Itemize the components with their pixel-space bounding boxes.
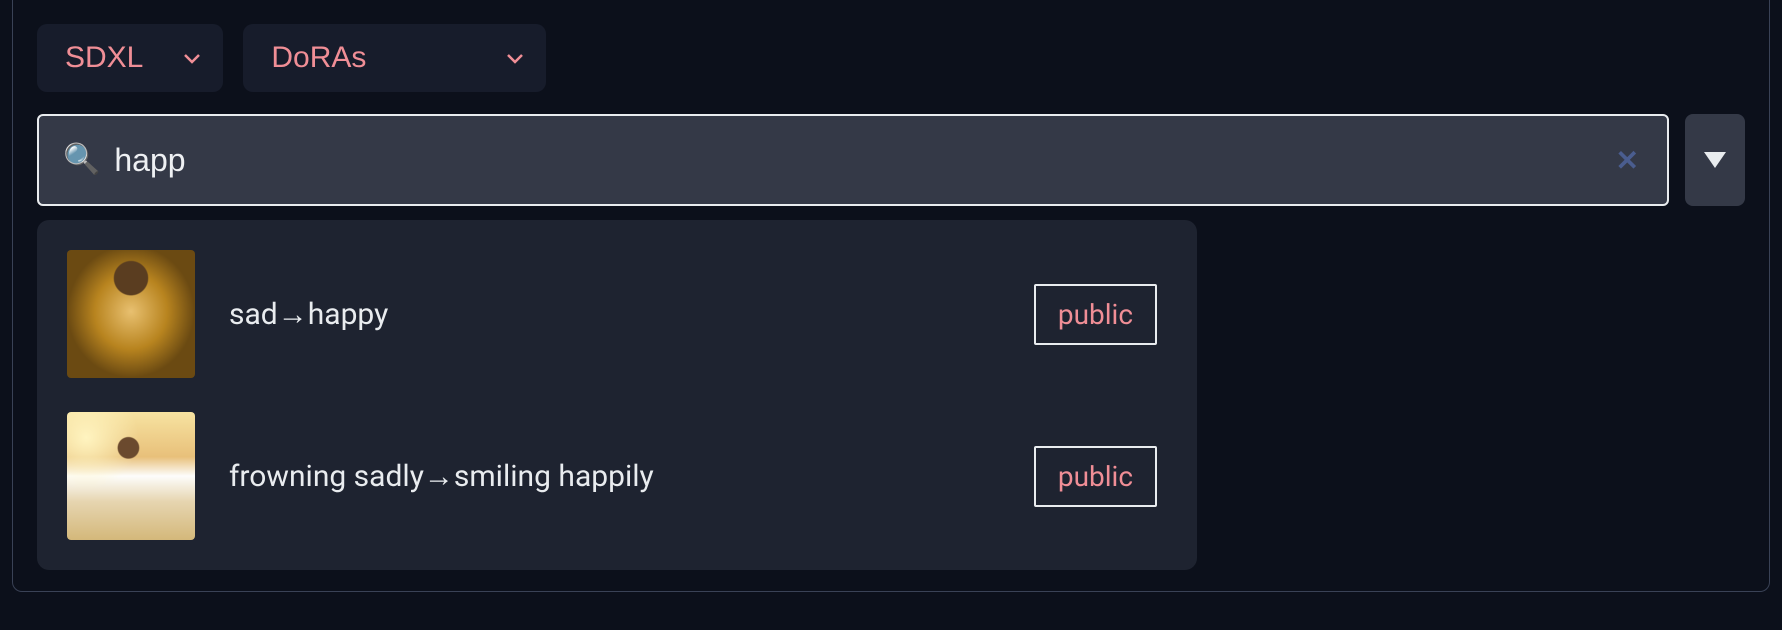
result-label: sad→happy	[229, 297, 1000, 332]
chevron-down-icon	[183, 49, 201, 67]
visibility-badge: public	[1034, 284, 1157, 345]
result-label: frowning sadly→smiling happily	[229, 459, 1000, 494]
clear-search-button[interactable]: ✕	[1608, 144, 1647, 177]
result-item[interactable]: frowning sadly→smiling happily public	[57, 402, 1177, 550]
expand-button[interactable]	[1685, 114, 1745, 206]
category-dropdown[interactable]: DoRAs	[243, 24, 546, 92]
model-dropdown[interactable]: SDXL	[37, 24, 223, 92]
filter-row: SDXL DoRAs	[37, 24, 1745, 92]
category-dropdown-label: DoRAs	[271, 41, 366, 75]
search-row: 🔍 ✕	[37, 114, 1745, 206]
model-dropdown-label: SDXL	[65, 41, 143, 75]
result-thumbnail	[67, 412, 195, 540]
triangle-down-icon	[1704, 152, 1726, 168]
visibility-badge: public	[1034, 446, 1157, 507]
search-box[interactable]: 🔍 ✕	[37, 114, 1669, 206]
filter-panel: SDXL DoRAs 🔍 ✕ sad→happy public	[12, 0, 1770, 592]
chevron-down-icon	[506, 49, 524, 67]
search-input[interactable]	[114, 142, 1607, 179]
result-item[interactable]: sad→happy public	[57, 240, 1177, 388]
result-thumbnail	[67, 250, 195, 378]
results-list: sad→happy public frowning sadly→smiling …	[37, 220, 1197, 570]
search-icon: 🔍	[63, 145, 100, 175]
